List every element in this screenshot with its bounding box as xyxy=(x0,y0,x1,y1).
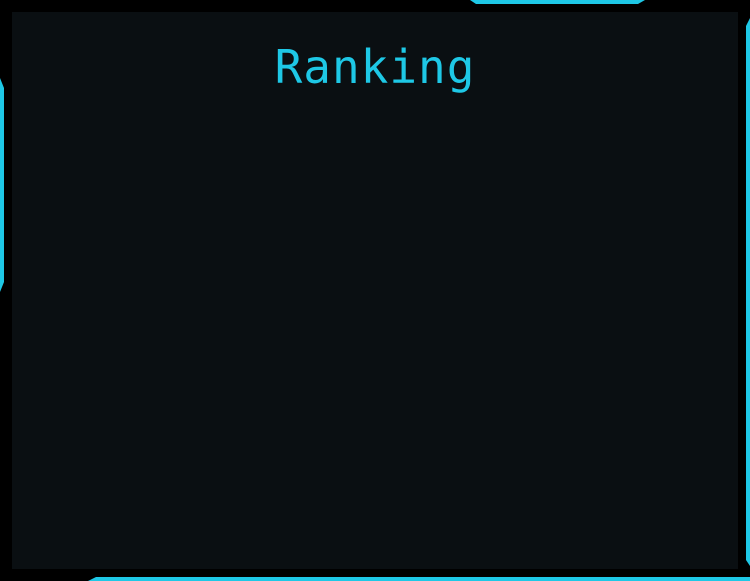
frame-accent-bottom xyxy=(88,577,750,581)
ranking-list xyxy=(12,120,738,569)
ranking-title: Ranking xyxy=(274,40,476,94)
frame-accent-right xyxy=(746,18,750,566)
frame-accent-left xyxy=(0,78,4,292)
frame-accent-top xyxy=(470,0,645,4)
